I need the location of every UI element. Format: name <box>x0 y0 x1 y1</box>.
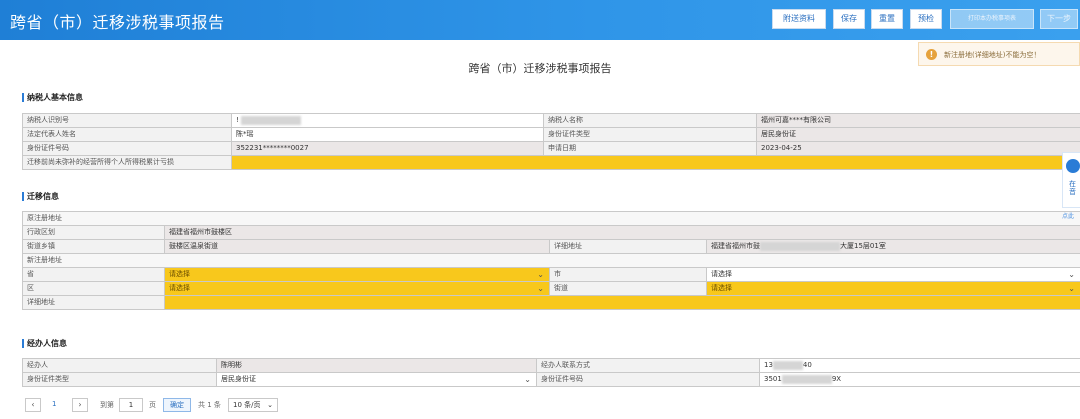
help-float-panel[interactable]: 在音 <box>1062 152 1080 208</box>
label-taxpayer-id: 纳税人识别号 <box>22 113 232 128</box>
redacted-block <box>760 241 840 251</box>
help-float-link[interactable]: 点此 <box>1062 211 1074 220</box>
chevron-down-icon: ⌄ <box>1068 270 1075 279</box>
label-detail-address: 详细地址 <box>549 239 707 254</box>
chevron-down-icon: ⌄ <box>537 270 544 279</box>
page-size-select[interactable]: 10 条/页 ⌄ <box>228 398 278 412</box>
migration-table: 原注册地址 行政区划 福建省福州市鼓楼区 街道乡镇 鼓楼区温泉街道 详细地址 福… <box>22 211 1080 310</box>
label-handler-id-type: 身份证件类型 <box>22 372 217 387</box>
label-city: 市 <box>549 267 707 282</box>
label-id-type: 身份证件类型 <box>543 127 757 142</box>
value-detail-address: 福建省福州市鼓 大厦15层01室 <box>706 239 1080 254</box>
value-handler-phone: 13 40 <box>759 358 1080 373</box>
label-apply-date: 申请日期 <box>543 141 757 156</box>
next-page-button[interactable]: › <box>72 398 88 412</box>
city-select[interactable]: 请选择 ⌄ <box>706 267 1080 282</box>
label-province: 省 <box>22 267 165 282</box>
save-button[interactable]: 保存 <box>833 9 865 29</box>
document-title: 跨省（市）迁移涉税事项报告 <box>468 62 612 75</box>
redacted-block <box>772 360 803 370</box>
current-page[interactable]: 1 <box>52 400 56 408</box>
orig-address-header: 原注册地址 <box>22 211 1080 226</box>
label-street: 街道乡镇 <box>22 239 165 254</box>
redacted-block <box>241 115 302 125</box>
section-handler-title: 经办人信息 <box>22 339 67 348</box>
next-step-button[interactable]: 下一步 <box>1040 9 1078 29</box>
prev-page-button[interactable]: ‹ <box>25 398 41 412</box>
new-address-header: 新注册地址 <box>22 253 1080 268</box>
page-unit-label: 页 <box>149 401 156 409</box>
value-handler-id-no: 3501 9X <box>759 372 1080 387</box>
precheck-button[interactable]: 预检 <box>910 9 942 29</box>
label-id-no: 身份证件号码 <box>22 141 232 156</box>
label-district: 行政区划 <box>22 225 165 240</box>
iit-loss-input[interactable] <box>231 155 1080 170</box>
label-handler-phone: 经办人联系方式 <box>536 358 760 373</box>
chat-icon <box>1066 159 1080 173</box>
value-id-no: 352231********0027 <box>231 141 544 156</box>
goto-confirm-button[interactable]: 确定 <box>163 398 191 412</box>
value-handler: 陈明彬 <box>216 358 537 373</box>
district-select[interactable]: 请选择 ⌄ <box>164 281 550 296</box>
total-count: 共 1 条 <box>198 401 221 409</box>
province-select[interactable]: 请选择 ⌄ <box>164 267 550 282</box>
label-district2: 区 <box>22 281 165 296</box>
chevron-down-icon: ⌄ <box>537 284 544 293</box>
help-float-text: 在音 <box>1069 180 1076 196</box>
label-handler: 经办人 <box>22 358 217 373</box>
label-handler-id-no: 身份证件号码 <box>536 372 760 387</box>
value-id-type: 居民身份证 <box>756 127 1080 142</box>
value-taxpayer-id: ! <box>231 113 544 128</box>
chevron-down-icon: ⌄ <box>267 401 273 409</box>
app-title: 跨省（市）迁移涉税事项报告 <box>10 13 225 32</box>
label-street2: 街道 <box>549 281 707 296</box>
section-migration-title: 迁移信息 <box>22 192 59 201</box>
label-taxpayer-name: 纳税人名称 <box>543 113 757 128</box>
section-taxpayer-title: 纳税人基本信息 <box>22 93 83 102</box>
goto-page-input[interactable]: 1 <box>119 398 143 412</box>
value-apply-date: 2023-04-25 <box>756 141 1080 156</box>
label-iit-loss: 迁移前尚未弥补的经营所得个人所得税累计亏损 <box>22 155 232 170</box>
taxpayer-table: 纳税人识别号 ! 纳税人名称 福州可嘉****有限公司 法定代表人姓名 陈*瑶 … <box>22 113 1080 170</box>
label-legal-rep: 法定代表人姓名 <box>22 127 232 142</box>
attach-docs-button[interactable]: 附送资料 <box>772 9 826 29</box>
street-select[interactable]: 请选择 ⌄ <box>706 281 1080 296</box>
app-header: 跨省（市）迁移涉税事项报告 附送资料 保存 重置 预检 打印本办税事项表 下一步 <box>0 0 1080 40</box>
print-form-button[interactable]: 打印本办税事项表 <box>950 9 1034 29</box>
warning-text: 新注册地(详细地址)不能为空！ <box>944 51 1041 59</box>
detail-address-input[interactable] <box>164 295 1080 310</box>
value-district: 福建省福州市鼓楼区 <box>164 225 1080 240</box>
redacted-block <box>781 374 832 384</box>
value-legal-rep: 陈*瑶 <box>231 127 544 142</box>
reset-button[interactable]: 重置 <box>871 9 903 29</box>
goto-label: 到第 <box>100 401 114 409</box>
handler-table: 经办人 陈明彬 经办人联系方式 13 40 身份证件类型 居民身份证 ⌄ 身份证件号… <box>22 358 1080 387</box>
value-taxpayer-name: 福州可嘉****有限公司 <box>756 113 1080 128</box>
handler-id-type-select[interactable]: 居民身份证 ⌄ <box>216 372 537 387</box>
warning-icon: ! <box>926 49 937 60</box>
chevron-down-icon: ⌄ <box>524 375 531 384</box>
label-detail-address2: 详细地址 <box>22 295 165 310</box>
chevron-down-icon: ⌄ <box>1068 284 1075 293</box>
value-street: 鼓楼区温泉街道 <box>164 239 550 254</box>
